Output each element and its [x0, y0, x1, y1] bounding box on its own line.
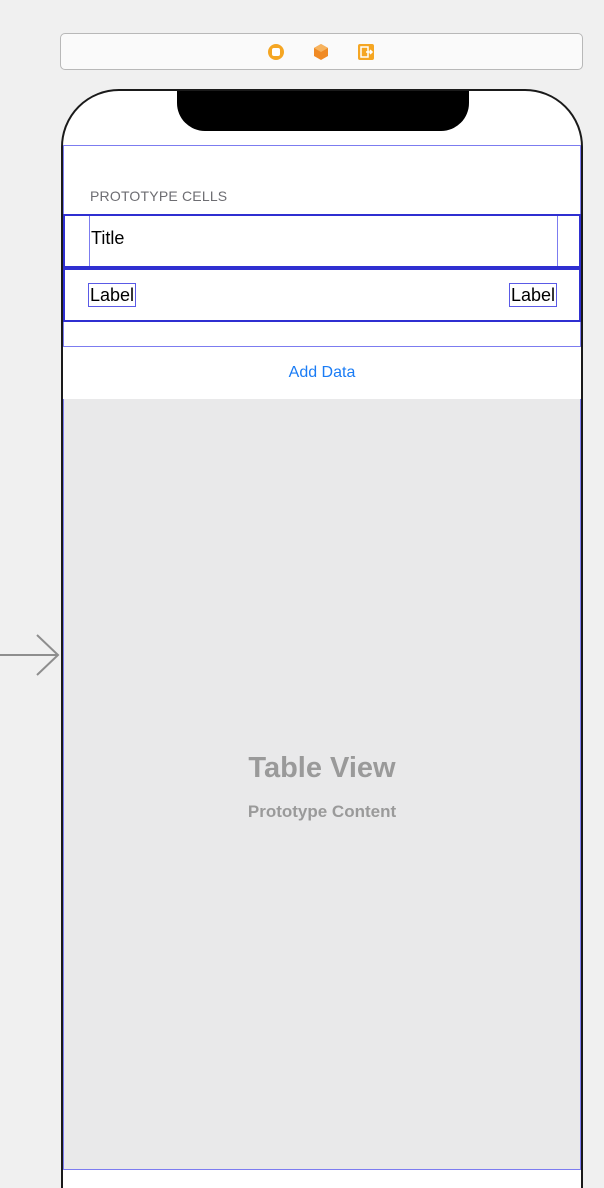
- detail-left-label[interactable]: Label: [88, 283, 137, 307]
- table-view[interactable]: PROTOTYPE CELLS Title Label Label Add Da…: [63, 145, 581, 1170]
- section-header: PROTOTYPE CELLS: [90, 188, 228, 204]
- first-responder-icon[interactable]: [312, 43, 330, 61]
- title-label[interactable]: Title: [91, 228, 124, 249]
- storyboard-canvas: PROTOTYPE CELLS Title Label Label Add Da…: [0, 0, 604, 1188]
- placeholder-subtitle: Prototype Content: [247, 802, 397, 821]
- prototype-cell-title[interactable]: Title: [63, 214, 581, 268]
- device-notch: [177, 91, 469, 131]
- scene-dock: [60, 33, 583, 70]
- placeholder-title: Table View: [248, 752, 396, 784]
- detail-right-label[interactable]: Label: [508, 283, 557, 307]
- initial-view-controller-arrow-icon: [0, 634, 60, 676]
- prototype-cell-detail[interactable]: Label Label: [63, 268, 581, 322]
- add-data-button[interactable]: Add Data: [63, 364, 581, 382]
- table-footer: Add Data: [63, 346, 581, 400]
- view-controller-icon[interactable]: [267, 43, 285, 61]
- exit-icon[interactable]: [357, 43, 375, 61]
- prototype-content-placeholder: Table View Prototype Content: [64, 399, 580, 1169]
- cell-content-view[interactable]: Title: [89, 216, 558, 266]
